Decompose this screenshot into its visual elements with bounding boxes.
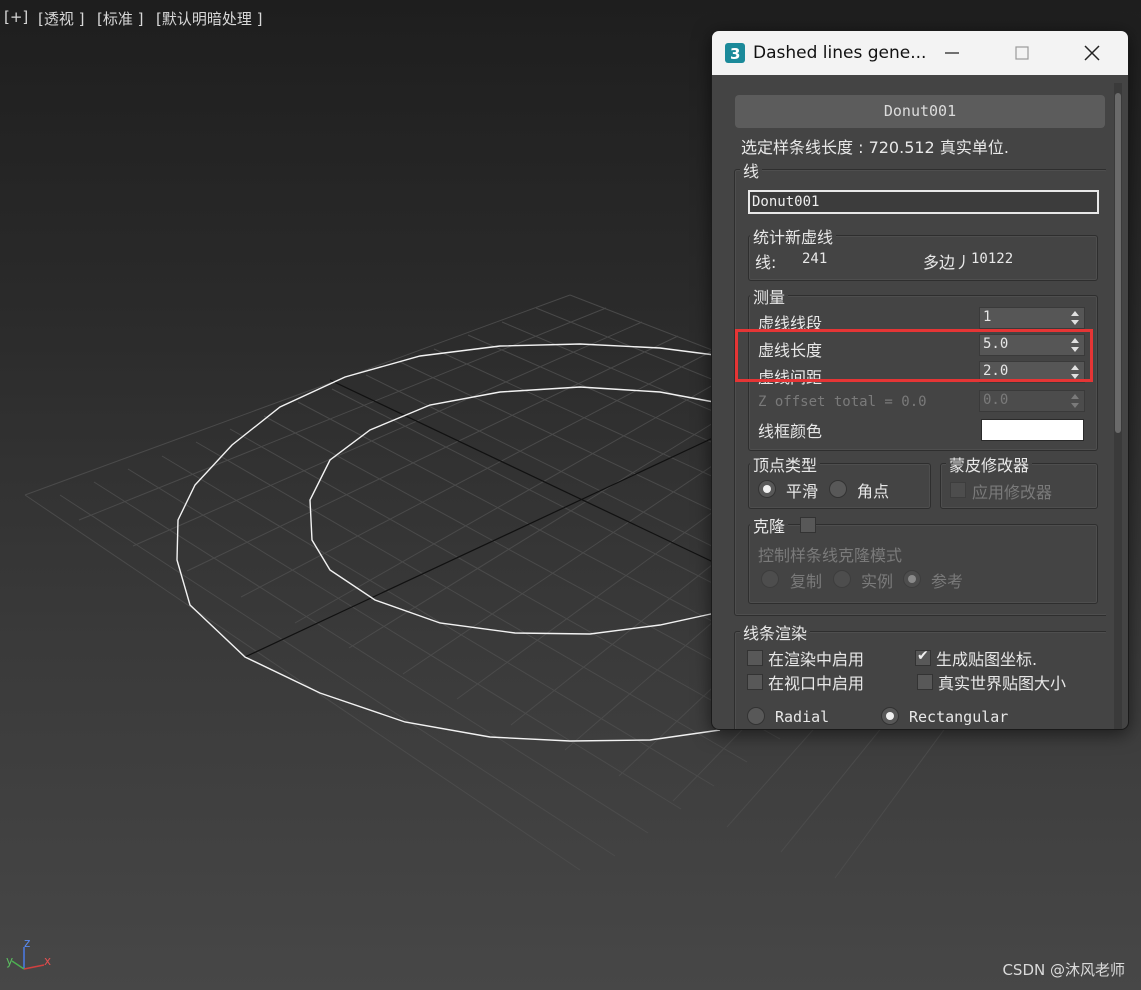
watermark: CSDN @沐风老师	[1002, 961, 1125, 979]
spinner-arrows-icon[interactable]	[1070, 392, 1080, 410]
stats-poly-value: 10122	[971, 251, 1014, 267]
minimize-icon	[945, 52, 959, 54]
z-offset-value: 0.0	[983, 392, 1009, 408]
radial-label: Radial	[775, 708, 830, 726]
apply-modifier-label: 应用修改器	[972, 483, 1053, 502]
wire-color-label: 线框颜色	[758, 422, 823, 441]
rectangular-label: Rectangular	[909, 708, 1009, 726]
svg-text:3: 3	[730, 45, 740, 63]
spinner-arrows-icon[interactable]	[1070, 363, 1080, 381]
gen-mapping-label: 生成贴图坐标.	[936, 650, 1038, 669]
clone-mode-label: 控制样条线克隆模式	[758, 546, 903, 565]
real-world-label: 真实世界贴图大小	[938, 674, 1067, 693]
viewport-menu-standard[interactable]: [标准 ]	[97, 8, 143, 29]
vertex-type-label: 顶点类型	[750, 452, 821, 476]
dash-length-spinner[interactable]: 5.0	[979, 334, 1085, 356]
pick-object-label: Donut001	[883, 102, 957, 120]
dialog-titlebar[interactable]: 3 Dashed lines gene...	[712, 31, 1128, 75]
gizmo-x-label: x	[44, 954, 51, 968]
dash-spacing-spinner[interactable]: 2.0	[979, 361, 1085, 383]
dialog-scrollbar[interactable]	[1114, 83, 1122, 729]
close-icon	[1084, 45, 1100, 61]
measure-group-label: 测量	[750, 284, 789, 308]
clone-reference-label: 参考	[931, 572, 964, 591]
viewport-menu-shading[interactable]: [默认明暗处理 ]	[156, 8, 262, 29]
spinner-arrows-icon[interactable]	[1070, 309, 1080, 327]
close-button[interactable]	[1057, 31, 1127, 75]
skin-modifier-label: 蒙皮修改器	[946, 452, 1033, 476]
dashed-lines-dialog: 3 Dashed lines gene... Donut001 选定样条线长度 …	[711, 30, 1129, 730]
minimize-button[interactable]	[917, 31, 987, 75]
stats-poly-label: 多边丿	[923, 253, 972, 272]
dash-segments-label: 虚线线段	[758, 314, 823, 333]
dialog-content: Donut001 选定样条线长度 : 720.512 真实单位. 线 Donut…	[720, 83, 1106, 729]
smooth-label: 平滑	[786, 482, 819, 501]
dash-spacing-value: 2.0	[983, 363, 1009, 379]
rectangular-radio[interactable]	[881, 707, 899, 725]
viewport-menu-perspective[interactable]: [透视 ]	[38, 8, 84, 29]
checkmark-icon: ✔	[917, 648, 929, 664]
line-group-label: 线	[740, 158, 763, 182]
dash-segments-value: 1	[983, 309, 992, 325]
smooth-radio[interactable]	[758, 480, 776, 498]
clone-label: 克隆	[750, 513, 789, 537]
enable-in-render-label: 在渲染中启用	[768, 650, 865, 669]
enable-in-viewport-label: 在视口中启用	[768, 674, 865, 693]
viewport-menu-plus[interactable]: [+]	[4, 8, 28, 26]
line-render-label: 线条渲染	[740, 620, 811, 644]
stats-lines-value: 241	[802, 251, 828, 267]
dash-spacing-label: 虚线间距	[758, 368, 823, 387]
z-offset-spinner[interactable]: 0.0	[979, 390, 1085, 412]
axis-gizmo: z x y	[6, 936, 51, 970]
line-name-input[interactable]: Donut001	[748, 190, 1099, 214]
dash-length-value: 5.0	[983, 336, 1009, 352]
radial-radio[interactable]	[747, 707, 765, 725]
corner-radio[interactable]	[829, 480, 847, 498]
apply-modifier-checkbox[interactable]	[950, 482, 966, 498]
scrollbar-thumb[interactable]	[1115, 93, 1121, 433]
stats-group-label: 统计新虚线	[750, 224, 837, 248]
dialog-title: Dashed lines gene...	[753, 43, 927, 63]
clone-instance-label: 实例	[861, 572, 894, 591]
clone-copy-radio[interactable]	[761, 570, 779, 588]
clone-instance-radio[interactable]	[833, 570, 851, 588]
maximize-button[interactable]	[987, 31, 1057, 75]
real-world-checkbox[interactable]	[917, 674, 933, 690]
spline-length-text: 选定样条线长度 : 720.512 真实单位.	[741, 138, 1009, 157]
clone-reference-radio[interactable]	[903, 570, 921, 588]
clone-copy-label: 复制	[790, 572, 823, 591]
spinner-arrows-icon[interactable]	[1070, 336, 1080, 354]
gizmo-y-label: y	[6, 954, 13, 968]
gen-mapping-checkbox[interactable]: ✔	[915, 648, 931, 666]
z-offset-label: Z offset total = 0.0	[758, 394, 927, 410]
enable-in-viewport-checkbox[interactable]	[747, 674, 763, 690]
maximize-icon	[1015, 46, 1029, 60]
corner-label: 角点	[857, 482, 890, 501]
pick-object-button[interactable]: Donut001	[735, 95, 1105, 128]
wire-color-swatch[interactable]	[981, 419, 1084, 441]
gizmo-z-label: z	[24, 936, 30, 950]
line-name-value: Donut001	[752, 194, 820, 210]
dash-segments-spinner[interactable]: 1	[979, 307, 1085, 329]
stats-lines-label: 线:	[755, 253, 777, 272]
enable-in-render-checkbox[interactable]	[747, 650, 763, 666]
3dsmax-app-icon: 3	[725, 43, 745, 63]
clone-checkbox[interactable]	[800, 517, 816, 533]
dash-length-label: 虚线长度	[758, 341, 823, 360]
